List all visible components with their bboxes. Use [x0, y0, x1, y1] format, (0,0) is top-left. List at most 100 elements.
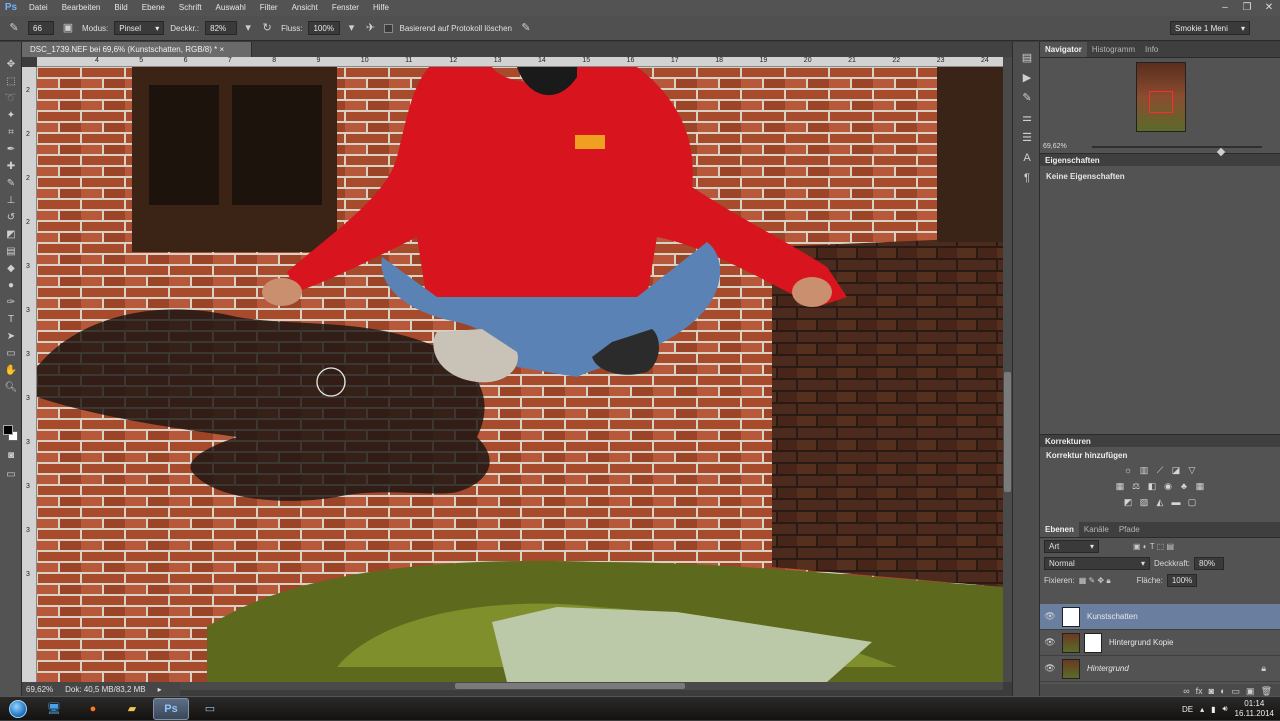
menu-filter[interactable]: Filter	[253, 0, 285, 16]
crop-tool-icon[interactable]: ⌗	[0, 124, 22, 141]
curves-icon[interactable]: ⟋	[1155, 465, 1166, 476]
tab-ebenen[interactable]: Ebenen	[1040, 522, 1079, 537]
lock-icons[interactable]: ▦ ✎ ✥ 🔒︎	[1079, 576, 1111, 586]
clock[interactable]: 01:14 16.11.2014	[1235, 699, 1274, 719]
taskbar-photoshop-icon[interactable]: Ps	[153, 697, 189, 720]
tab-pfade[interactable]: Pfade	[1114, 522, 1145, 537]
layer-filter-select[interactable]: Art ▾	[1044, 540, 1099, 553]
path-select-tool-icon[interactable]: ➤	[0, 328, 22, 345]
menu-hilfe[interactable]: Hilfe	[366, 0, 396, 16]
document-tab[interactable]: DSC_1739.NEF bei 69,6% (Kunstschatten, R…	[22, 42, 252, 57]
black-white-icon[interactable]: ◧	[1147, 481, 1158, 492]
levels-icon[interactable]: ▥	[1139, 465, 1150, 476]
navigator-zoom-slider[interactable]	[1092, 146, 1262, 157]
type-tool-icon[interactable]: T	[0, 311, 22, 328]
eraser-tool-icon[interactable]: ◩	[0, 226, 22, 243]
brush-tool-icon[interactable]: ✎	[0, 175, 22, 192]
navigator-zoom-value[interactable]: 69,62%	[1043, 143, 1067, 150]
fluss-input[interactable]: 100%	[308, 21, 341, 35]
vibrance-icon[interactable]: ▽	[1187, 465, 1198, 476]
layer-mask-thumbnail[interactable]	[1084, 632, 1102, 653]
maximize-icon[interactable]: ❐	[1236, 0, 1258, 16]
navigator-view-box[interactable]	[1149, 91, 1173, 113]
quick-mask-icon[interactable]: ◙	[0, 447, 22, 464]
tab-histogramm[interactable]: Histogramm	[1087, 42, 1140, 57]
hue-saturation-icon[interactable]: ▦	[1115, 481, 1126, 492]
minimize-icon[interactable]: –	[1214, 0, 1236, 16]
brush-presets-icon[interactable]: ⚌	[1013, 108, 1041, 128]
workspace-select[interactable]: Smokie 1 Meni ▾	[1170, 21, 1250, 35]
taskbar-explorer-icon[interactable]: 🖥︎	[36, 698, 72, 720]
adjustments-header[interactable]: Korrekturen	[1040, 434, 1280, 447]
horizontal-scrollbar[interactable]	[180, 682, 1003, 690]
tab-kanaele[interactable]: Kanäle	[1079, 522, 1114, 537]
close-icon[interactable]: ✕	[1258, 0, 1280, 16]
paragraph-icon[interactable]: ¶	[1013, 168, 1041, 188]
invert-icon[interactable]: ◩	[1123, 497, 1134, 508]
move-tool-icon[interactable]: ✥	[0, 56, 22, 73]
threshold-icon[interactable]: ◭	[1155, 497, 1166, 508]
navigator-thumbnail[interactable]	[1136, 62, 1186, 132]
photo-filter-icon[interactable]: ◉	[1163, 481, 1174, 492]
pen-tool-icon[interactable]: ✑	[0, 294, 22, 311]
vertical-scroll-thumb[interactable]	[1004, 372, 1011, 492]
document-canvas[interactable]	[37, 67, 1003, 682]
marquee-tool-icon[interactable]: ⬚	[0, 73, 22, 90]
airbrush-icon[interactable]: ✈	[362, 20, 378, 36]
chevron-down-icon[interactable]: ▾	[346, 20, 356, 36]
exposure-icon[interactable]: ◪	[1171, 465, 1182, 476]
taskbar-folder-icon[interactable]: ▰	[114, 698, 150, 720]
menu-fenster[interactable]: Fenster	[325, 0, 366, 16]
taskbar-window-icon[interactable]: ▭	[192, 698, 228, 720]
menu-ebene[interactable]: Ebene	[135, 0, 172, 16]
menu-datei[interactable]: Datei	[22, 0, 55, 16]
blend-mode-select[interactable]: Normal ▾	[1044, 557, 1150, 570]
horizontal-scroll-thumb[interactable]	[455, 683, 685, 689]
gradient-map-icon[interactable]: ▬	[1171, 497, 1182, 508]
protokoll-checkbox[interactable]	[384, 23, 394, 33]
foreground-color-swatch[interactable]	[3, 425, 13, 435]
volume-icon[interactable]: 🔊︎	[1223, 704, 1228, 714]
gradient-tool-icon[interactable]: ▤	[0, 243, 22, 260]
brush-size-picker[interactable]: 66	[28, 21, 54, 35]
menu-bild[interactable]: Bild	[107, 0, 134, 16]
eyedropper-tool-icon[interactable]: ✒	[0, 141, 22, 158]
fill-input[interactable]: 100%	[1166, 574, 1197, 587]
actions-play-icon[interactable]: ▶	[1013, 68, 1041, 88]
taskbar-firefox-icon[interactable]: ●	[75, 698, 111, 720]
eye-icon[interactable]: 👁︎	[1040, 637, 1060, 648]
layer-filter-icons[interactable]: ▣ ◐ T ⬚ ▤	[1133, 542, 1174, 551]
clone-stamp-tool-icon[interactable]: ⊥	[0, 192, 22, 209]
zoom-level[interactable]: 69,62%	[26, 685, 53, 694]
menu-schrift[interactable]: Schrift	[172, 0, 209, 16]
chevron-down-icon[interactable]: ▾	[243, 20, 253, 36]
opacity-input[interactable]: 80%	[1194, 557, 1225, 570]
channel-mixer-icon[interactable]: ♣	[1179, 481, 1190, 492]
history-brush-tool-icon[interactable]: ↺	[0, 209, 22, 226]
eye-icon[interactable]: 👁︎	[1040, 663, 1060, 674]
tray-expand-icon[interactable]: ▴	[1200, 705, 1204, 714]
close-tab-icon[interactable]: ×	[219, 45, 224, 54]
chevron-right-icon[interactable]: ▸	[158, 685, 162, 694]
brush-panel-icon[interactable]: ▣	[60, 20, 76, 36]
posterize-icon[interactable]: ▨	[1139, 497, 1150, 508]
layer-row-kunstschatten[interactable]: 👁︎ Kunstschatten	[1040, 604, 1280, 630]
color-balance-icon[interactable]: ⚖	[1131, 481, 1142, 492]
blur-tool-icon[interactable]: ◆	[0, 260, 22, 277]
layer-row-hintergrund[interactable]: 👁︎ Hintergrund 🔒︎	[1040, 656, 1280, 682]
start-button[interactable]	[0, 698, 36, 720]
properties-header[interactable]: Eigenschaften	[1040, 153, 1280, 166]
tab-info[interactable]: Info	[1140, 42, 1163, 57]
hand-tool-icon[interactable]: ✋	[0, 362, 22, 379]
deckkr-input[interactable]: 82%	[205, 21, 238, 35]
tab-navigator[interactable]: Navigator	[1040, 42, 1087, 57]
color-lookup-icon[interactable]: ▦	[1195, 481, 1206, 492]
eraser-tool-icon[interactable]: ✎	[6, 20, 22, 36]
quick-select-tool-icon[interactable]: ✦	[0, 107, 22, 124]
selective-color-icon[interactable]: ▢	[1187, 497, 1198, 508]
pressure-opacity-icon[interactable]: ↻	[259, 20, 275, 36]
shape-tool-icon[interactable]: ▭	[0, 345, 22, 362]
layer-row-hintergrund-kopie[interactable]: 👁︎ Hintergrund Kopie	[1040, 630, 1280, 656]
menu-ansicht[interactable]: Ansicht	[285, 0, 325, 16]
menu-auswahl[interactable]: Auswahl	[209, 0, 253, 16]
